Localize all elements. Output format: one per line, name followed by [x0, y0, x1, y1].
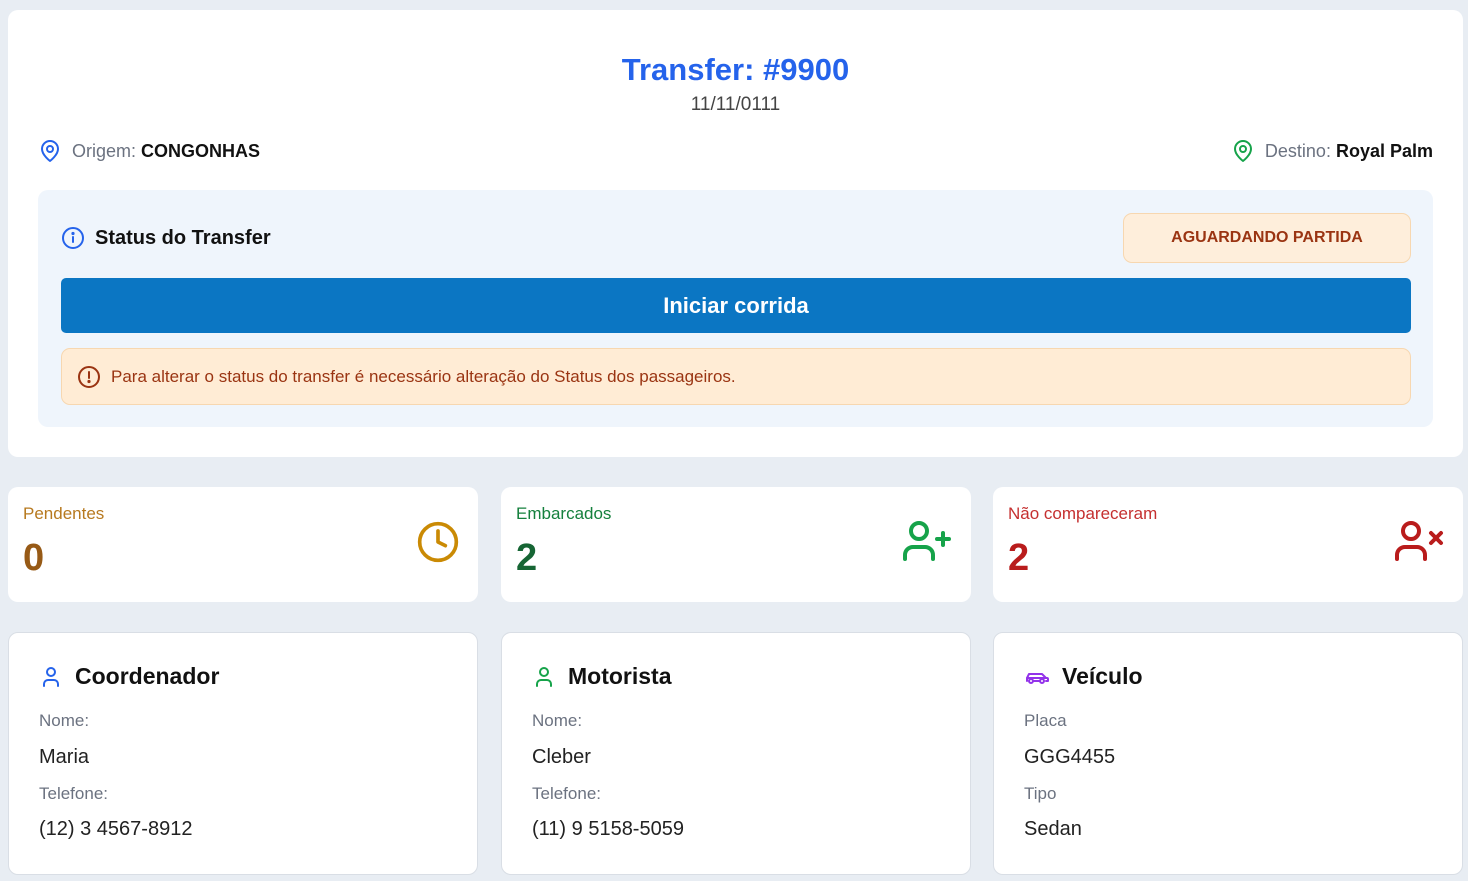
driver-name-label: Nome: [532, 711, 583, 730]
user-icon [43, 666, 59, 687]
transfer-date: 11/11/0111 [690, 94, 781, 115]
destination-label: Destino: [1264, 140, 1331, 161]
stat-label: Não compareceram [1008, 504, 1158, 523]
destination-info: Destino: Royal Palm [1231, 138, 1433, 164]
status-heading-text: Status do Transfer [95, 226, 271, 249]
stat-value: 2 [1008, 537, 1030, 579]
vehicle-plate: GGG4455 [1024, 746, 1116, 768]
stat-card-pending: Pendentes 0 [8, 487, 478, 602]
vehicle-heading-text: Veículo [1062, 663, 1143, 689]
coordinator-heading: Coordenador [39, 663, 219, 690]
coordinator-phone-label: Telefone: [39, 784, 108, 803]
coordinator-name-label: Nome: [39, 711, 90, 730]
vehicle-type-label: Tipo [1024, 784, 1057, 803]
stat-card-no-show: Não compareceram 2 [993, 487, 1463, 602]
driver-heading: Motorista [532, 663, 672, 690]
car-icon [1026, 672, 1049, 684]
status-alert-text: Para alterar o status do transfer é nece… [111, 366, 736, 386]
status-panel: Status do Transfer AGUARDANDO PARTIDA In… [38, 190, 1433, 427]
stat-value: 2 [516, 537, 538, 579]
coordinator-name: Maria [39, 746, 90, 768]
coordinator-phone: (12) 3 4567-8912 [39, 818, 193, 840]
destination-value: Royal Palm [1335, 140, 1433, 161]
transfer-header-card: Transfer: #9900 11/11/0111 Origem: CONGO… [8, 10, 1463, 457]
driver-phone: (11) 9 5158-5059 [532, 818, 684, 840]
coordinator-heading-text: Coordenador [75, 663, 220, 689]
origin-info: Origem: CONGONHAS [38, 138, 260, 164]
map-pin-icon [1233, 140, 1252, 162]
driver-name: Cleber [532, 746, 591, 768]
status-alert: Para alterar o status do transfer é nece… [61, 348, 1411, 405]
info-icon [62, 227, 84, 249]
user-plus-icon [903, 521, 951, 561]
stat-card-boarded: Embarcados 2 [501, 487, 971, 602]
stat-label: Embarcados [516, 504, 612, 523]
user-x-icon [1395, 521, 1443, 561]
vehicle-heading: Veículo [1024, 663, 1143, 690]
start-ride-button[interactable]: Iniciar corrida [61, 278, 1411, 333]
alert-circle-icon [78, 365, 100, 388]
coordinator-card: Coordenador Nome: Maria Telefone: (12) 3… [8, 632, 478, 875]
page-title: Transfer: #9900 [621, 52, 850, 87]
clock-icon [417, 521, 459, 563]
driver-card: Motorista Nome: Cleber Telefone: (11) 9 … [501, 632, 971, 875]
vehicle-card: Veículo Placa GGG4455 Tipo Sedan [993, 632, 1463, 875]
origin-label: Origem: [72, 140, 137, 161]
map-pin-icon [41, 140, 59, 162]
driver-phone-label: Telefone: [532, 784, 601, 803]
user-icon [536, 666, 552, 687]
vehicle-type: Sedan [1024, 818, 1082, 840]
driver-heading-text: Motorista [568, 663, 672, 689]
status-heading: Status do Transfer [61, 226, 271, 250]
vehicle-plate-label: Placa [1024, 711, 1067, 730]
origin-value: CONGONHAS [141, 140, 261, 161]
stat-value: 0 [23, 537, 45, 579]
status-badge: AGUARDANDO PARTIDA [1123, 213, 1411, 263]
stat-label: Pendentes [23, 504, 105, 523]
